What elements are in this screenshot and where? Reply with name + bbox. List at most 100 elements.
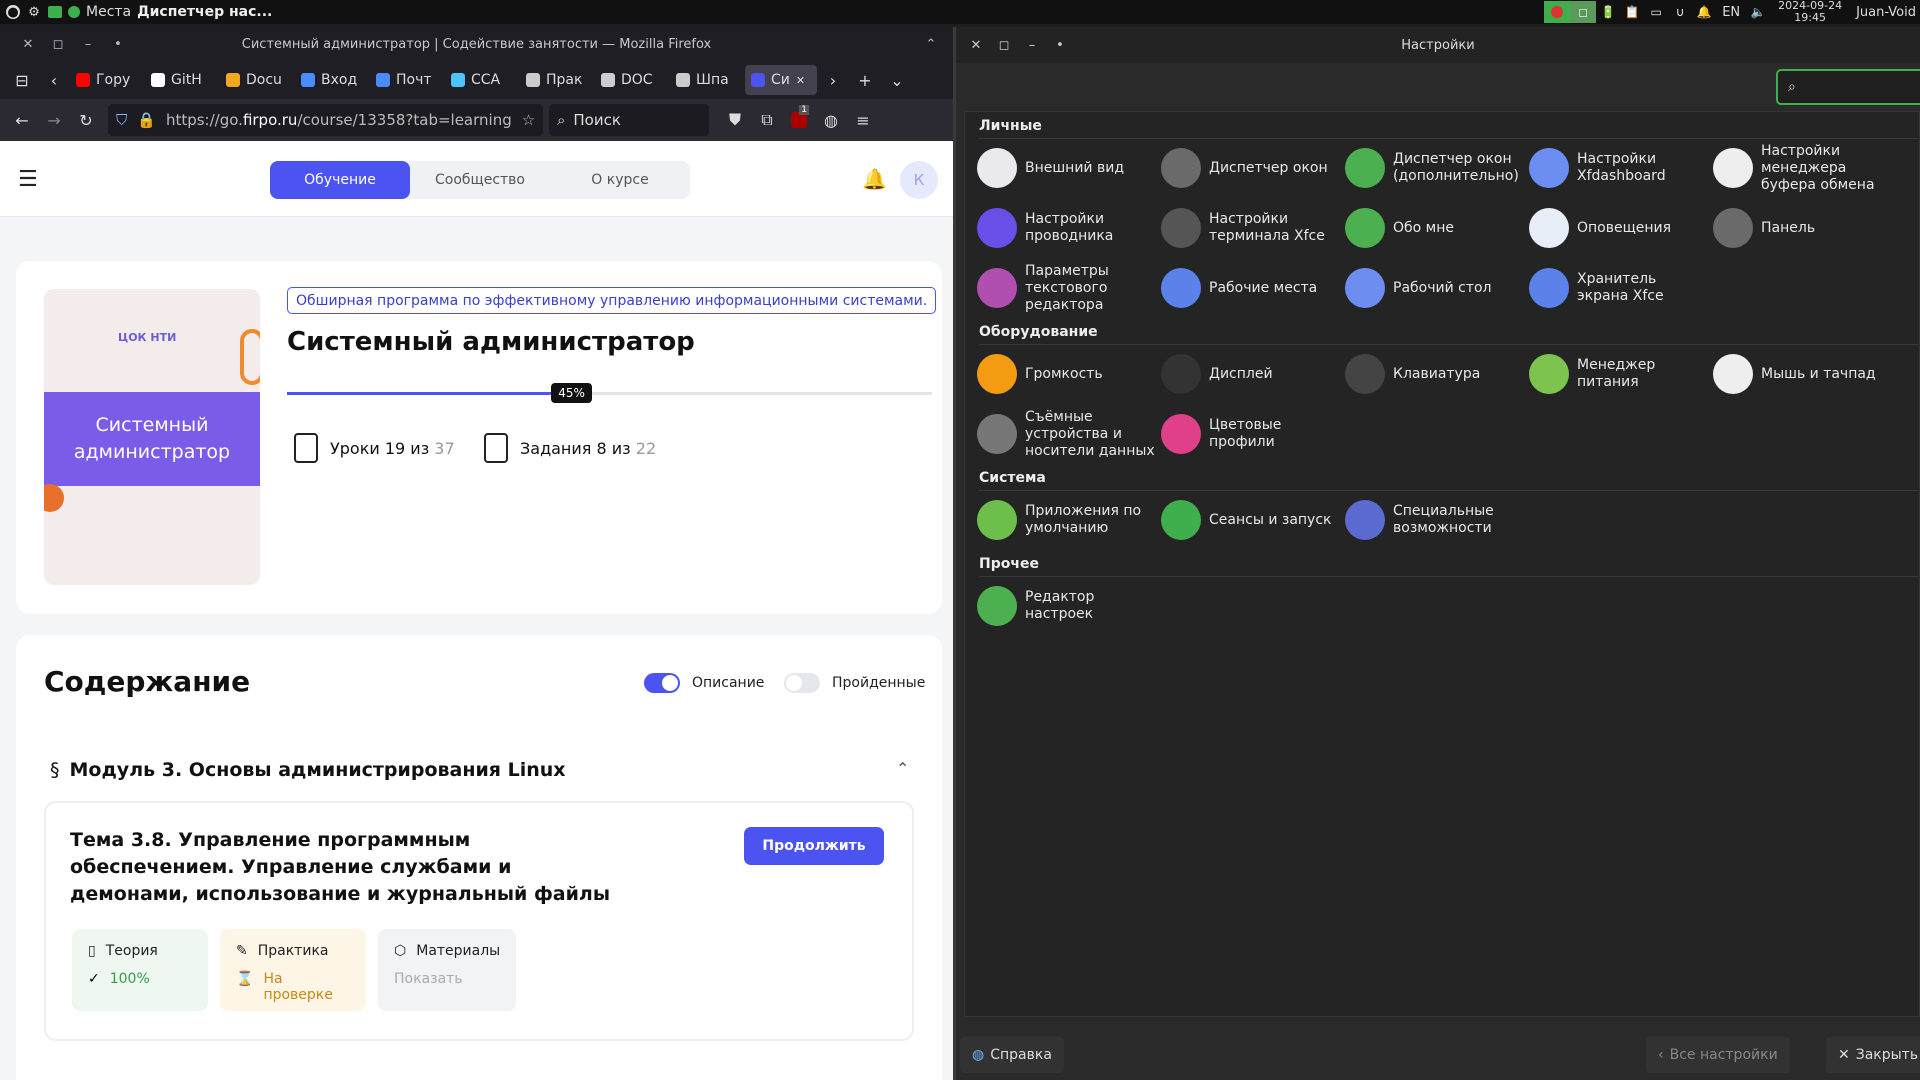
settings-item[interactable]: Рабочие места (1161, 260, 1341, 316)
chevron-up-icon[interactable]: ⌃ (896, 759, 909, 778)
ublock-icon[interactable]: 1 (783, 105, 815, 135)
clock[interactable]: 2024-09-24 19:45 (1778, 0, 1842, 24)
settings-item[interactable]: Параметры текстового редактора (977, 260, 1157, 316)
bookmark-star-icon[interactable]: ☆ (522, 111, 535, 129)
materials-title: Материалы (416, 943, 501, 959)
file-manager-icon[interactable] (48, 6, 62, 18)
chevron-left-icon[interactable]: ‹ (38, 65, 70, 95)
browser-tab[interactable]: DOC (595, 65, 668, 95)
settings-item[interactable]: Приложения по умолчанию (977, 492, 1157, 548)
tray-app-icon[interactable] (1544, 1, 1571, 23)
places-menu[interactable]: Места (86, 4, 131, 20)
settings-item[interactable]: Оповещения (1529, 200, 1709, 256)
browser-tab[interactable]: Почт (370, 65, 443, 95)
tab-about[interactable]: О курсе (550, 161, 690, 199)
hamburger-icon[interactable]: ☰ (18, 167, 38, 192)
settings-item[interactable]: Менеджер питания (1529, 346, 1709, 402)
theory-chip[interactable]: ▯ Теория ✓ 100% (72, 929, 208, 1011)
browser-tab[interactable]: Вход (295, 65, 368, 95)
settings-item[interactable]: Дисплей (1161, 346, 1341, 402)
bell-icon[interactable]: 🔔 (1692, 1, 1716, 23)
keyboard-layout[interactable]: EN (1722, 5, 1740, 20)
taskbar-item[interactable]: Диспетчер нас... (137, 4, 272, 20)
session-icon (1161, 500, 1201, 540)
settings-title: Настройки (1401, 37, 1475, 53)
description-toggle[interactable]: Описание (644, 673, 764, 693)
settings-item[interactable]: Съёмные устройства и носители данных (977, 406, 1157, 462)
settings-item[interactable]: Рабочий стол (1345, 260, 1525, 316)
close-button[interactable]: ✕ Закрыть (1826, 1037, 1920, 1073)
practice-chip[interactable]: ✎ Практика ⌛ На проверке (220, 929, 366, 1011)
settings-item[interactable]: Мышь и тачпад (1713, 346, 1893, 402)
tray-workspace-icon[interactable]: ◻ (1570, 1, 1597, 23)
removable-drives-icon (977, 414, 1017, 454)
settings-item[interactable]: Настройки менеджера буфера обмена (1713, 140, 1893, 196)
avatar[interactable]: К (900, 161, 938, 199)
search-icon: ⌕ (557, 111, 566, 129)
magnet-icon[interactable]: ∪ (1668, 1, 1692, 23)
progress-label: 45% (551, 383, 592, 403)
continue-button[interactable]: Продолжить (744, 827, 884, 865)
chevron-down-icon[interactable]: ⌄ (881, 65, 913, 95)
places-icon[interactable] (68, 6, 80, 18)
completed-switch[interactable] (784, 673, 820, 693)
settings-item[interactable]: Обо мне (1345, 200, 1525, 256)
extensions-icon[interactable]: ⧉ (751, 105, 783, 135)
settings-item[interactable]: Панель (1713, 200, 1893, 256)
chat-icon[interactable]: ▭ (1644, 1, 1668, 23)
settings-item[interactable]: Настройки Xfdashboard (1529, 140, 1709, 196)
settings-item[interactable]: Настройки терминала Xfce (1161, 200, 1341, 256)
tab-overview-icon[interactable]: ⊟ (6, 65, 38, 95)
settings-item[interactable]: Внешний вид (977, 140, 1157, 196)
url-bar[interactable]: ⛉ 🔒 https://go.firpo.ru/course/13358?tab… (108, 104, 543, 136)
settings-item[interactable]: Громкость (977, 346, 1157, 402)
settings-item[interactable]: Хранитель экрана Xfce (1529, 260, 1709, 316)
notification-bell-icon[interactable]: 🔔 (862, 167, 887, 191)
clipboard-icon[interactable]: 📋 (1620, 1, 1644, 23)
settings-search-input[interactable]: ⌕ (1776, 69, 1920, 105)
browser-tab[interactable]: Си ✕ (745, 65, 817, 95)
battery-icon[interactable]: 🔋 (1596, 1, 1620, 23)
settings-item[interactable]: Настройки проводника (977, 200, 1157, 256)
browser-tab[interactable]: Шпа (670, 65, 743, 95)
new-tab-icon[interactable]: + (849, 65, 881, 95)
browser-tab[interactable]: Docu (220, 65, 293, 95)
distro-icon[interactable]: ● (6, 5, 20, 20)
settings-item[interactable]: Сеансы и запуск (1161, 492, 1341, 548)
browser-tab[interactable]: CCA (445, 65, 518, 95)
settings-icon[interactable]: ⚙ (26, 4, 42, 20)
chevron-right-icon[interactable]: › (817, 65, 849, 95)
menu-icon[interactable]: ≡ (847, 105, 879, 135)
shield-icon[interactable]: ⛉ (116, 111, 127, 129)
completed-toggle[interactable]: Пройденные (784, 673, 925, 693)
browser-tab[interactable]: Гору (70, 65, 143, 95)
help-button[interactable]: ◍ Справка (960, 1037, 1064, 1073)
settings-item[interactable]: Клавиатура (1345, 346, 1525, 402)
settings-item[interactable]: Редактор настроек (977, 578, 1157, 634)
materials-chip[interactable]: ⬡ Материалы Показать (378, 929, 516, 1011)
tab-label: Прак (546, 72, 583, 88)
search-input[interactable]: ⌕ Поиск (549, 104, 709, 136)
all-settings-button[interactable]: ‹ Все настройки (1646, 1037, 1790, 1073)
vpn-icon[interactable]: ◍ (815, 105, 847, 135)
tab-learning[interactable]: Обучение (270, 161, 410, 199)
forward-icon[interactable]: → (38, 105, 70, 135)
chevron-up-icon[interactable]: ⌃ (919, 37, 943, 52)
close-tab-icon[interactable]: ✕ (796, 74, 805, 87)
back-icon[interactable]: ← (6, 105, 38, 135)
settings-item[interactable]: Диспетчер окон (дополнительно) (1345, 140, 1525, 196)
pocket-icon[interactable]: ⛊ (719, 105, 751, 135)
speaker-icon[interactable]: 🔈 (1746, 1, 1770, 23)
settings-item[interactable]: Цветовые профили (1161, 406, 1341, 462)
tab-community[interactable]: Сообщество (410, 161, 550, 199)
file-manager-icon (977, 208, 1017, 248)
settings-item[interactable]: Диспетчер окон (1161, 140, 1341, 196)
reload-icon[interactable]: ↻ (70, 105, 102, 135)
user-name[interactable]: Juan-Void (1856, 5, 1916, 20)
settings-item[interactable]: Специальные возможности (1345, 492, 1525, 548)
module-header[interactable]: § Модуль 3. Основы администрирования Lin… (50, 759, 566, 781)
browser-tab[interactable]: GitH (145, 65, 218, 95)
description-switch[interactable] (644, 673, 680, 693)
lock-icon[interactable]: 🔒 (137, 111, 156, 129)
browser-tab[interactable]: Прак (520, 65, 593, 95)
